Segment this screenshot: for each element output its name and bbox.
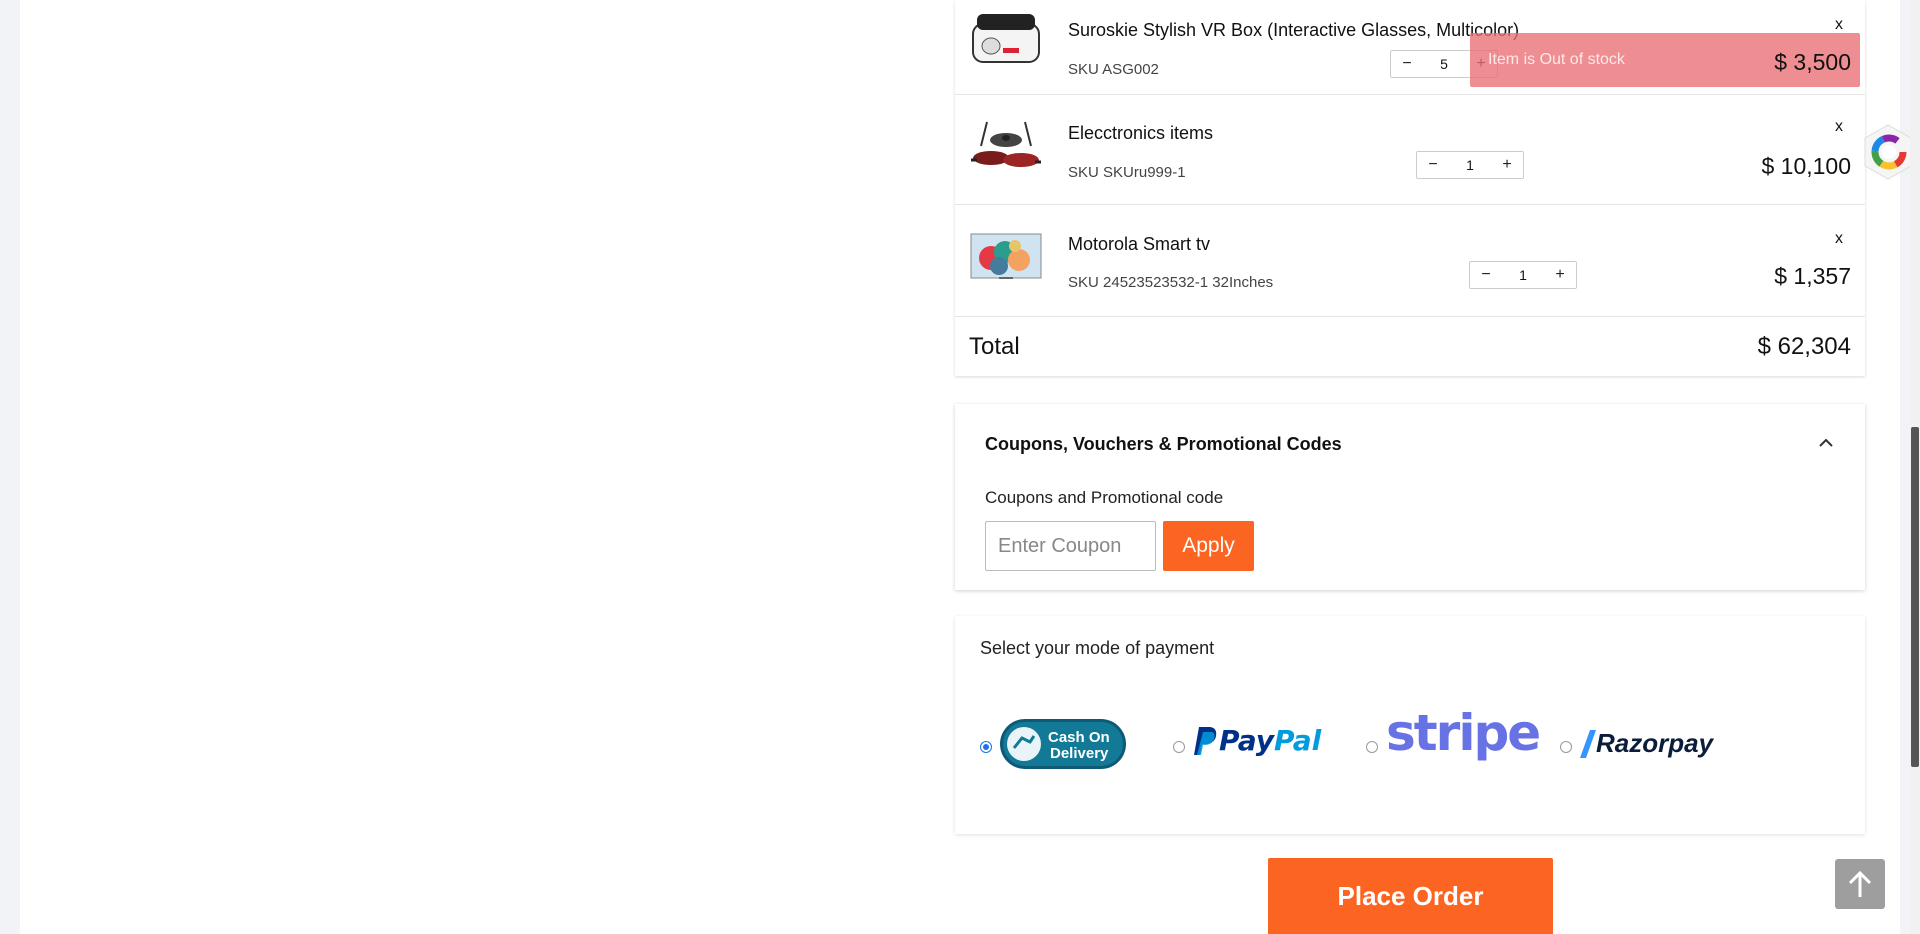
- item-name[interactable]: Elecctronics items: [1068, 123, 1213, 144]
- razorpay-icon: [1580, 729, 1596, 758]
- paypal-logo[interactable]: PayPal: [1193, 724, 1321, 757]
- increment-button[interactable]: +: [1544, 266, 1576, 284]
- item-sku: SKU SKUru999-1: [1068, 164, 1186, 181]
- payment-option-cod[interactable]: Cash On Delivery: [980, 716, 1130, 776]
- cash-on-delivery-logo[interactable]: Cash On Delivery: [1000, 718, 1126, 770]
- item-name[interactable]: Motorola Smart tv: [1068, 234, 1210, 255]
- payment-option-paypal[interactable]: PayPal: [1173, 716, 1323, 776]
- cart-item-row: Elecctronics items SKU SKUru999-1 − 1 + …: [955, 94, 1865, 205]
- radio-cod[interactable]: [980, 741, 992, 753]
- quantity-value[interactable]: 1: [1502, 267, 1544, 283]
- cod-line1: Cash On: [1048, 729, 1110, 746]
- back-to-top-button[interactable]: [1835, 859, 1885, 909]
- chevron-up-icon[interactable]: [1817, 434, 1835, 452]
- increment-button[interactable]: +: [1491, 156, 1523, 174]
- cart-item-row: Motorola Smart tv SKU 24523523532-1 32In…: [955, 204, 1865, 317]
- radio-stripe[interactable]: [1366, 741, 1378, 753]
- quantity-value[interactable]: 5: [1423, 56, 1465, 72]
- quantity-value[interactable]: 1: [1449, 157, 1491, 173]
- smart-tv-thumbnail: [970, 233, 1042, 279]
- remove-item-button[interactable]: x: [1835, 118, 1843, 136]
- item-sku: SKU 24523523532-1 32Inches: [1068, 274, 1274, 291]
- paypal-icon: [1194, 726, 1217, 755]
- quantity-stepper: − 1 +: [1416, 151, 1524, 179]
- radio-paypal[interactable]: [1173, 741, 1185, 753]
- radio-razorpay[interactable]: [1560, 741, 1572, 753]
- remove-item-button[interactable]: x: [1835, 230, 1843, 248]
- total-label: Total: [969, 333, 1020, 360]
- color-picker-widget-icon[interactable]: [1863, 123, 1913, 181]
- payment-title: Select your mode of payment: [980, 638, 1215, 658]
- item-price: $ 10,100: [1761, 153, 1851, 179]
- razorpay-text: Razorpay: [1596, 728, 1714, 758]
- decrement-button[interactable]: −: [1391, 55, 1423, 73]
- decrement-button[interactable]: −: [1417, 156, 1449, 174]
- payment-option-stripe[interactable]: stripe: [1366, 704, 1541, 776]
- coupon-section: Coupons, Vouchers & Promotional Codes Co…: [955, 404, 1865, 590]
- coupon-input[interactable]: [985, 521, 1156, 571]
- total-value: $ 62,304: [1757, 333, 1851, 360]
- cart-total-row: Total $ 62,304: [955, 316, 1865, 376]
- cod-line2: Delivery: [1050, 745, 1109, 762]
- remove-item-button[interactable]: x: [1835, 16, 1843, 34]
- scrollbar-thumb[interactable]: [1911, 427, 1919, 767]
- item-price: $ 3,500: [1774, 49, 1851, 75]
- apply-coupon-button[interactable]: Apply: [1163, 521, 1254, 571]
- razorpay-logo[interactable]: Razorpay: [1580, 728, 1713, 759]
- cookware-thumbnail: [971, 121, 1041, 167]
- place-order-button[interactable]: Place Order: [1268, 858, 1553, 934]
- item-price: $ 1,357: [1774, 263, 1851, 289]
- vr-box-thumbnail: [972, 14, 1040, 63]
- item-sku: SKU ASG002: [1068, 61, 1159, 78]
- payment-section: Select your mode of payment Cash On Deli…: [955, 616, 1865, 834]
- coupon-section-title[interactable]: Coupons, Vouchers & Promotional Codes: [985, 434, 1342, 455]
- paypal-text: PayPal: [1219, 724, 1322, 757]
- stripe-logo[interactable]: stripe: [1386, 704, 1541, 762]
- quantity-stepper: − 1 +: [1469, 261, 1577, 289]
- item-name[interactable]: Suroskie Stylish VR Box (Interactive Gla…: [1068, 20, 1519, 41]
- payment-option-razorpay[interactable]: Razorpay: [1560, 716, 1720, 776]
- decrement-button[interactable]: −: [1470, 266, 1502, 284]
- arrow-up-icon: [1848, 870, 1872, 897]
- coupon-field-label: Coupons and Promotional code: [985, 488, 1224, 507]
- toast-message: Item is Out of stock: [1488, 51, 1625, 68]
